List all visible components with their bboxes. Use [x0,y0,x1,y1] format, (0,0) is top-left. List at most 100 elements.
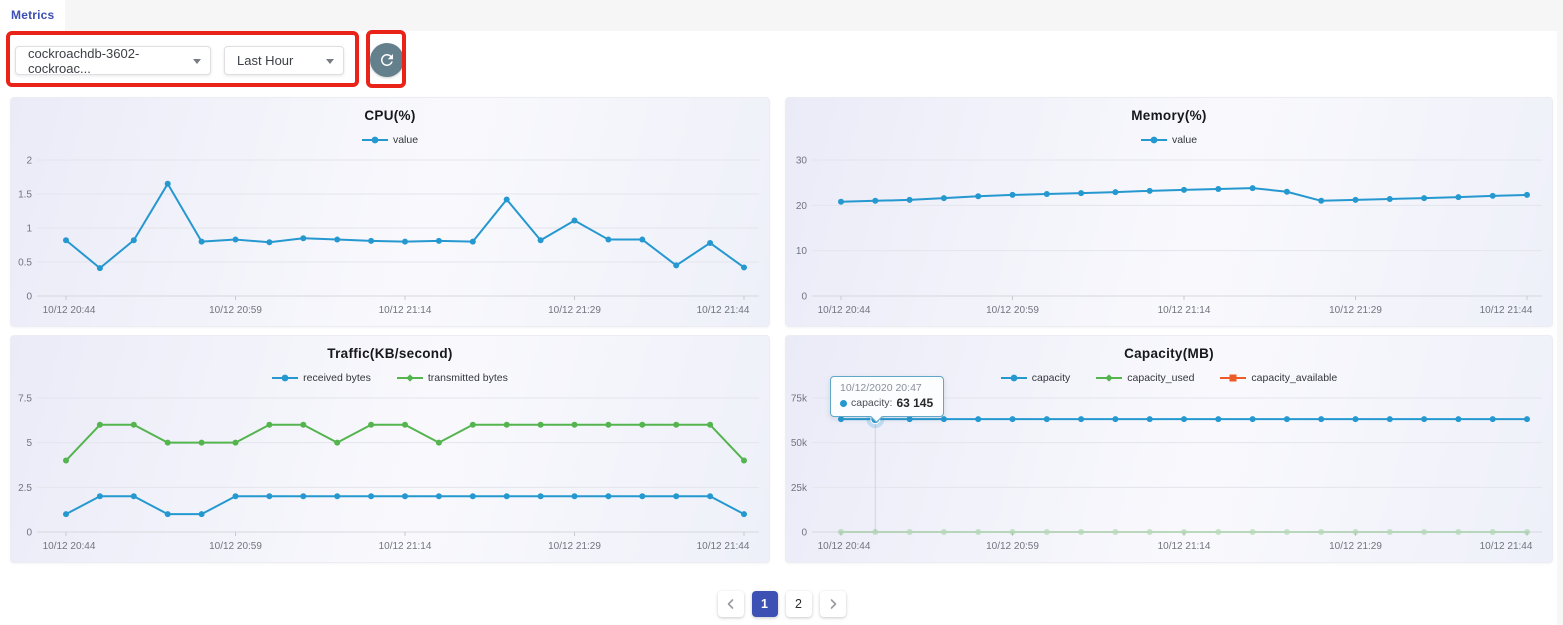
svg-text:2.5: 2.5 [18,483,32,494]
legend-label: capacity_available [1251,372,1337,384]
time-range-select-value: Last Hour [237,53,293,68]
cpu-chart-plot[interactable]: 00.511.5210/12 20:4410/12 20:5910/12 21:… [11,98,769,326]
legend-label: transmitted bytes [428,372,508,384]
svg-text:10/12 21:44: 10/12 21:44 [1480,541,1533,552]
series-capacity_used [838,529,1530,535]
page-button-2[interactable]: 2 [786,591,812,617]
capacity-chart-card: 0 25k 50k 75k 10/12 20:44 10/12 20:59 10/12 21… [785,335,1553,563]
legend-marker-icon [272,373,298,383]
cpu-chart-card: 00.511.5210/12 20:4410/12 20:5910/12 21:… [10,97,770,327]
svg-text:10/12 20:44: 10/12 20:44 [818,305,871,316]
chevron-down-icon [326,59,334,64]
refresh-button[interactable] [370,43,404,77]
svg-text:10/12 20:44: 10/12 20:44 [818,541,871,552]
chart-title: Traffic(KB/second) [11,346,769,361]
scrollbar-gutter[interactable] [1557,31,1563,625]
traffic-chart-card: 0 2.5 5 7.5 10/12 20:44 10/12 20:59 10/12 21:1… [10,335,770,563]
legend-marker-icon [1001,373,1027,383]
svg-text:50k: 50k [791,438,808,449]
svg-text:0: 0 [801,292,807,303]
legend-label: received bytes [303,372,371,384]
series-value [838,185,1530,205]
tooltip-series-label: capacity: [851,397,892,409]
svg-text:10/12 20:44: 10/12 20:44 [43,541,96,552]
traffic-chart-plot[interactable]: 0 2.5 5 7.5 10/12 20:44 10/12 20:59 10/12 21:1… [11,336,769,562]
chevron-left-icon [725,598,737,610]
refresh-icon [378,51,396,69]
svg-text:2: 2 [26,156,32,167]
svg-text:1: 1 [26,224,32,235]
next-page-button[interactable] [820,591,846,617]
legend-marker-icon [362,135,388,145]
chart-legend: received bytes transmitted bytes [11,372,769,384]
series-received-bytes [63,493,747,517]
metrics-page: Metrics cockroachdb-3602-cockroac... Las… [0,0,1563,625]
legend-item[interactable]: value [1141,134,1197,146]
memory-chart-plot[interactable]: 0 10 20 30 10/12 20:44 10/12 20:59 10/12 21:14… [786,98,1552,326]
chart-title: CPU(%) [11,108,769,123]
svg-text:10/12 20:59: 10/12 20:59 [986,541,1039,552]
tab-bar: Metrics [0,0,1563,31]
chart-tooltip: 10/12/2020 20:47 capacity: 63 145 [830,376,944,417]
svg-text:0: 0 [26,528,32,539]
svg-text:10/12 21:29: 10/12 21:29 [1329,305,1382,316]
memory-chart-card: 0 10 20 30 10/12 20:44 10/12 20:59 10/12 21:14… [785,97,1553,327]
node-select[interactable]: cockroachdb-3602-cockroac... [15,46,211,75]
toolbar: cockroachdb-3602-cockroac... Last Hour [0,31,1563,95]
legend-item[interactable]: capacity_used [1096,372,1194,384]
svg-text:10/12 21:14: 10/12 21:14 [379,541,432,552]
legend-item[interactable]: capacity_available [1220,372,1337,384]
node-select-value: cockroachdb-3602-cockroac... [28,46,186,76]
svg-text:0: 0 [801,528,807,539]
tooltip-date: 10/12/2020 20:47 [840,382,933,394]
chart-title: Memory(%) [786,108,1552,123]
svg-text:10/12 21:29: 10/12 21:29 [548,541,601,552]
svg-text:10/12 21:44: 10/12 21:44 [1480,305,1533,316]
legend-label: value [393,134,418,146]
chart-legend: value [786,134,1552,146]
time-range-select[interactable]: Last Hour [224,46,344,75]
svg-text:10/12 21:14: 10/12 21:14 [1158,541,1211,552]
legend-item[interactable]: received bytes [272,372,371,384]
series-capacity [838,416,1530,422]
svg-text:10: 10 [796,246,808,257]
svg-text:10/12 21:14: 10/12 21:14 [1158,305,1211,316]
legend-item[interactable]: value [362,134,418,146]
svg-text:10/12 20:44: 10/12 20:44 [43,305,96,316]
chart-title: Capacity(MB) [786,346,1552,361]
svg-text:30: 30 [796,156,808,167]
svg-text:10/12 20:59: 10/12 20:59 [986,305,1039,316]
svg-text:10/12 21:44: 10/12 21:44 [697,305,750,316]
legend-label: capacity [1032,372,1071,384]
svg-text:10/12 21:14: 10/12 21:14 [379,305,432,316]
legend-marker-icon [1096,373,1122,383]
svg-text:20: 20 [796,201,808,212]
capacity-chart-plot[interactable]: 0 25k 50k 75k 10/12 20:44 10/12 20:59 10/12 21… [786,336,1552,562]
svg-text:5: 5 [26,438,32,449]
svg-text:1.5: 1.5 [18,190,32,201]
page-button-1[interactable]: 1 [752,591,778,617]
legend-item[interactable]: capacity [1001,372,1071,384]
pagination: 1 2 [0,591,1563,617]
svg-text:10/12 21:29: 10/12 21:29 [1329,541,1382,552]
svg-text:0.5: 0.5 [18,258,32,269]
chevron-down-icon [193,59,201,64]
series-dot-icon [840,400,847,407]
svg-text:75k: 75k [791,394,808,405]
legend-marker-icon [1141,135,1167,145]
legend-marker-icon [1220,373,1246,383]
legend-marker-icon [397,373,423,383]
legend-label: capacity_used [1127,372,1194,384]
svg-text:10/12 21:29: 10/12 21:29 [548,305,601,316]
chevron-right-icon [827,598,839,610]
svg-text:7.5: 7.5 [18,394,32,405]
legend-item[interactable]: transmitted bytes [397,372,508,384]
svg-text:10/12 20:59: 10/12 20:59 [209,541,262,552]
chart-legend: value [11,134,769,146]
svg-text:10/12 21:44: 10/12 21:44 [697,541,750,552]
legend-label: value [1172,134,1197,146]
svg-text:10/12 20:59: 10/12 20:59 [209,305,262,316]
prev-page-button[interactable] [718,591,744,617]
tab-metrics[interactable]: Metrics [0,0,65,31]
svg-text:25k: 25k [791,483,808,494]
